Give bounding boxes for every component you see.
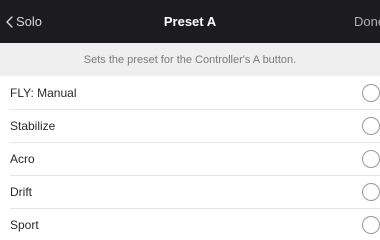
mode-list: FLY: Manual Stabilize Acro Drift Sport <box>0 77 380 240</box>
back-button[interactable]: Solo <box>6 0 42 43</box>
done-button[interactable]: Done <box>354 0 380 43</box>
radio-button[interactable] <box>362 117 380 135</box>
mode-row-drift[interactable]: Drift <box>0 176 380 209</box>
back-button-label: Solo <box>16 14 43 29</box>
mode-label: Drift <box>10 185 32 199</box>
radio-button[interactable] <box>362 183 380 201</box>
navigation-bar: Solo Preset A Done <box>0 0 380 43</box>
radio-button[interactable] <box>362 150 380 168</box>
mode-row-acro[interactable]: Acro <box>0 143 380 176</box>
mode-label: FLY: Manual <box>10 86 77 100</box>
mode-row-sport[interactable]: Sport <box>0 209 380 240</box>
description-banner: Sets the preset for the Controller's A b… <box>0 43 380 76</box>
preset-screen: Solo Preset A Done Sets the preset for t… <box>0 0 380 240</box>
chevron-left-icon <box>6 15 13 28</box>
description-text: Sets the preset for the Controller's A b… <box>83 53 297 66</box>
mode-label: Stabilize <box>10 119 56 133</box>
page-title: Preset A <box>163 14 217 29</box>
radio-button[interactable] <box>362 216 380 234</box>
mode-row-stabilize[interactable]: Stabilize <box>0 110 380 143</box>
mode-row-fly-manual[interactable]: FLY: Manual <box>0 77 380 110</box>
mode-label: Acro <box>10 152 35 166</box>
radio-button[interactable] <box>362 84 380 102</box>
mode-label: Sport <box>10 218 39 232</box>
